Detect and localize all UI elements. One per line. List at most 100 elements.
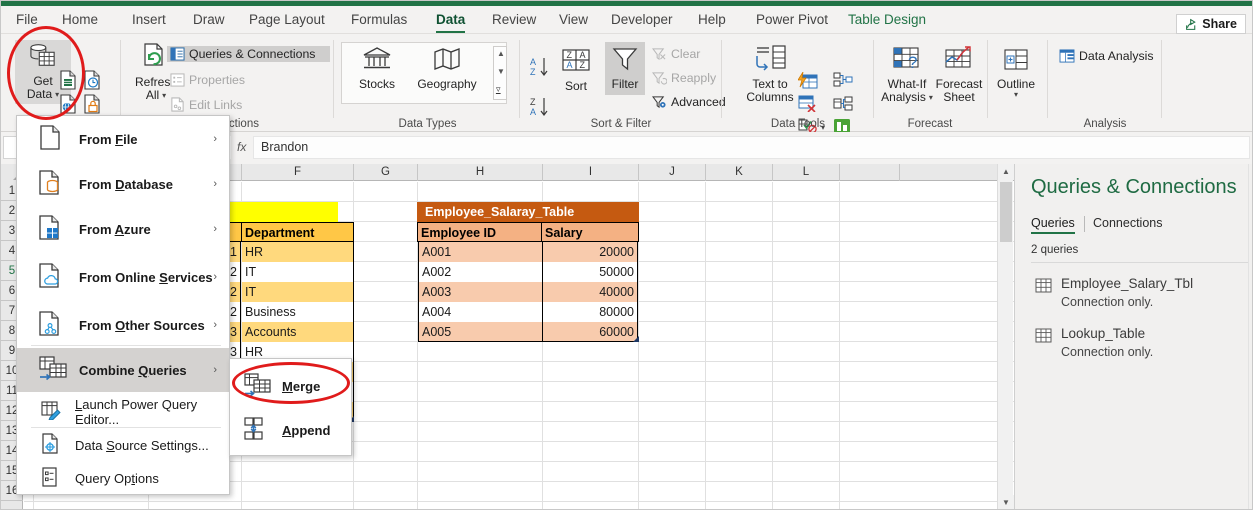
table-cell[interactable]: A005 bbox=[418, 322, 542, 342]
salary-table-banner: Employee_Salaray_Table bbox=[417, 202, 639, 222]
gridline bbox=[24, 501, 1015, 502]
scroll-up-icon[interactable]: ▲ bbox=[998, 164, 1014, 180]
queries-count-label: 2 queries bbox=[1031, 244, 1079, 256]
group-separator bbox=[987, 40, 988, 118]
insert-function-icon[interactable]: fx bbox=[237, 136, 251, 159]
menu-item-launch-power-query-editor[interactable]: Launch Power Query Editor... bbox=[17, 396, 229, 428]
tab-queries[interactable]: Queries bbox=[1031, 216, 1075, 234]
tab-connections[interactable]: Connections bbox=[1093, 216, 1163, 234]
column-header-K[interactable]: K bbox=[706, 164, 773, 181]
tab-review[interactable]: Review bbox=[485, 6, 543, 34]
table-cell[interactable]: IT bbox=[242, 282, 354, 302]
group-separator bbox=[333, 40, 334, 118]
ribbon-group-forecast: Forecast bbox=[875, 34, 985, 132]
group-label: Analysis bbox=[1083, 118, 1127, 130]
tab-data[interactable]: Data bbox=[429, 6, 472, 34]
scroll-down-icon[interactable]: ▼ bbox=[998, 495, 1014, 509]
ribbon-group-data-types: Data Types bbox=[335, 34, 520, 132]
menu-item-from-file[interactable]: From File › bbox=[17, 120, 229, 158]
tab-file[interactable]: File bbox=[9, 6, 45, 34]
salary-table-resize-handle[interactable] bbox=[633, 336, 639, 342]
tab-page-layout[interactable]: Page Layout bbox=[242, 6, 332, 34]
query-name: Lookup_Table bbox=[1061, 326, 1146, 341]
query-name: Employee_Salary_Tbl bbox=[1061, 276, 1194, 291]
table-cell[interactable]: IT bbox=[242, 262, 354, 282]
menu-item-combine-queries[interactable]: Combine Queries › bbox=[17, 348, 229, 392]
ribbon-tab-bar: File Home Insert Draw Page Layout Formul… bbox=[1, 6, 1252, 34]
tab-help[interactable]: Help bbox=[691, 6, 733, 34]
table-cell[interactable]: 80000 bbox=[542, 302, 638, 322]
from-database-icon bbox=[39, 170, 63, 198]
query-status: Connection only. bbox=[1061, 295, 1154, 309]
tab-home[interactable]: Home bbox=[55, 6, 105, 34]
submenu-item-label: Merge bbox=[282, 378, 321, 394]
menu-item-data-source-settings[interactable]: Data Source Settings... bbox=[17, 429, 229, 461]
queries-pane-scrollbar[interactable] bbox=[1248, 164, 1252, 509]
menu-item-label: Combine Queries bbox=[79, 362, 187, 378]
tab-power-pivot[interactable]: Power Pivot bbox=[749, 6, 835, 34]
column-header-L[interactable]: L bbox=[773, 164, 840, 181]
table-query-icon bbox=[1035, 328, 1052, 343]
menu-item-label: From Online Services bbox=[79, 269, 213, 285]
menu-item-from-other-sources[interactable]: From Other Sources › bbox=[17, 306, 229, 344]
tab-draw[interactable]: Draw bbox=[186, 6, 232, 34]
append-icon bbox=[244, 416, 272, 444]
tab-developer[interactable]: Developer bbox=[604, 6, 680, 34]
table-cell[interactable]: 60000 bbox=[542, 322, 638, 342]
tab-insert[interactable]: Insert bbox=[125, 6, 173, 34]
lookup-table-header-department: Department bbox=[241, 222, 354, 242]
table-cell[interactable]: 40000 bbox=[542, 282, 638, 302]
merge-icon bbox=[244, 372, 272, 400]
chevron-right-icon: › bbox=[213, 133, 217, 145]
column-header-M[interactable] bbox=[840, 164, 900, 181]
group-label: Data Types bbox=[398, 118, 457, 130]
table-cell[interactable]: A003 bbox=[418, 282, 542, 302]
submenu-item-merge[interactable]: Merge bbox=[230, 365, 351, 407]
table-cell[interactable]: A002 bbox=[418, 262, 542, 282]
menu-separator bbox=[31, 427, 221, 428]
worksheet-vertical-scrollbar[interactable]: ▲ ▼ bbox=[997, 164, 1014, 509]
chevron-right-icon: › bbox=[213, 223, 217, 235]
menu-item-from-azure[interactable]: From Azure › bbox=[17, 210, 229, 248]
outline-button[interactable]: Outline ▾ bbox=[994, 48, 1038, 99]
menu-item-from-database[interactable]: From Database › bbox=[17, 165, 229, 203]
column-header-F[interactable]: F bbox=[242, 164, 354, 181]
outline-icon bbox=[1002, 48, 1030, 75]
combine-queries-icon bbox=[39, 355, 67, 385]
table-cell[interactable]: A004 bbox=[418, 302, 542, 322]
table-cell[interactable]: 50000 bbox=[542, 262, 638, 282]
chevron-right-icon: › bbox=[213, 364, 217, 376]
submenu-item-append[interactable]: Append bbox=[230, 409, 351, 451]
scrollbar-thumb[interactable] bbox=[1000, 182, 1012, 242]
menu-item-query-options[interactable]: Query Options bbox=[17, 462, 229, 494]
column-header-I[interactable]: I bbox=[543, 164, 639, 181]
menu-item-label: From Other Sources bbox=[79, 317, 205, 333]
excel-window: File Home Insert Draw Page Layout Formul… bbox=[0, 0, 1253, 510]
query-status: Connection only. bbox=[1061, 345, 1154, 359]
tab-view[interactable]: View bbox=[552, 6, 595, 34]
menu-item-from-online-services[interactable]: From Online Services › bbox=[17, 258, 229, 296]
queries-and-connections-pane: Queries & Connections Queries Connection… bbox=[1014, 164, 1252, 509]
submenu-item-label: Append bbox=[282, 422, 331, 438]
formula-input[interactable]: Brandon bbox=[253, 136, 1250, 159]
table-cell[interactable]: Accounts bbox=[242, 322, 354, 342]
column-header-J[interactable]: J bbox=[639, 164, 706, 181]
table-cell[interactable]: Business bbox=[242, 302, 354, 322]
tab-formulas[interactable]: Formulas bbox=[344, 6, 414, 34]
column-header-G[interactable]: G bbox=[354, 164, 418, 181]
from-azure-icon bbox=[39, 215, 63, 243]
menu-item-label: Launch Power Query Editor... bbox=[75, 397, 198, 427]
menu-item-label: Query Options bbox=[75, 470, 159, 486]
menu-separator bbox=[31, 345, 221, 346]
group-separator bbox=[1161, 40, 1162, 118]
tab-table-design[interactable]: Table Design bbox=[841, 6, 933, 34]
table-cell[interactable]: HR bbox=[242, 242, 354, 262]
get-data-dropdown-menu: From File › From Database › From Azure ›… bbox=[16, 115, 230, 495]
share-button[interactable]: Share bbox=[1176, 14, 1246, 34]
table-cell[interactable]: 20000 bbox=[542, 242, 638, 262]
chevron-right-icon: › bbox=[213, 271, 217, 283]
chevron-down-icon: ▾ bbox=[1013, 90, 1018, 99]
table-cell[interactable]: A001 bbox=[418, 242, 542, 262]
column-header-H[interactable]: H bbox=[418, 164, 543, 181]
from-online-services-icon bbox=[39, 263, 63, 291]
